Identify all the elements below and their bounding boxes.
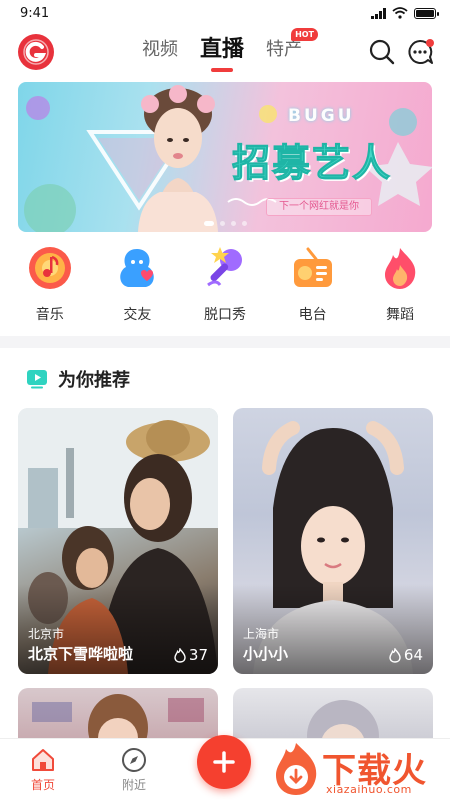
- category-row: 音乐 交友 脱口秀 电台 舞蹈: [0, 244, 450, 334]
- top-tabs: 视频 直播 特产 HOT: [142, 28, 319, 66]
- compass-icon: [122, 748, 146, 772]
- watermark-logo: [276, 743, 317, 795]
- category-label: 舞蹈: [386, 307, 415, 323]
- category-label: 电台: [298, 307, 327, 323]
- tab-live[interactable]: 直播: [200, 34, 244, 66]
- pager-dot: [241, 221, 247, 226]
- battery-icon: [414, 7, 439, 19]
- card-heat: 64: [389, 646, 423, 664]
- app-logo[interactable]: [18, 34, 54, 70]
- live-card[interactable]: 上海市 小小小 64: [233, 408, 433, 674]
- bottom-nav: 首页 附近 下载火 xiazaihuo.com: [0, 735, 450, 800]
- nav-label: 首页: [30, 778, 55, 792]
- search-button[interactable]: [368, 38, 396, 66]
- plus-icon: [213, 751, 235, 773]
- home-icon: [32, 749, 54, 771]
- logo-g-icon: [23, 39, 49, 65]
- nav-label: 附近: [121, 778, 146, 792]
- pager-dot: [219, 221, 225, 226]
- card-city: 上海市: [243, 627, 280, 641]
- banner-model-image: [138, 85, 218, 232]
- nav-home[interactable]: 首页: [13, 747, 73, 793]
- publish-button[interactable]: [197, 735, 251, 789]
- banner-pager: [18, 221, 432, 226]
- category-talkshow[interactable]: 脱口秀: [185, 244, 265, 334]
- category-label: 音乐: [35, 307, 64, 323]
- banner-brand: BUGU: [288, 106, 355, 126]
- category-friends[interactable]: 交友: [97, 244, 177, 334]
- card-title: 小小小: [243, 645, 289, 663]
- live-card[interactable]: 北京市 北京下雪哗啦啦 37: [18, 408, 218, 674]
- heart-person-icon: [120, 249, 155, 287]
- watermark: 下载火 xiazaihuo.com: [270, 741, 446, 799]
- microphone-icon: [207, 247, 242, 287]
- wifi-icon: [392, 7, 408, 19]
- category-music[interactable]: 音乐: [10, 244, 90, 334]
- tab-video[interactable]: 视频: [142, 34, 178, 66]
- fire-icon: [389, 647, 401, 663]
- section-divider: [0, 336, 450, 348]
- flame-icon: [385, 248, 416, 289]
- watermark-domain: xiazaihuo.com: [326, 783, 412, 796]
- card-city: 北京市: [28, 627, 65, 641]
- promo-banner[interactable]: BUGU 招募艺人 下一个网红就是你: [18, 82, 432, 232]
- radio-icon: [293, 247, 332, 287]
- search-icon: [369, 39, 395, 65]
- category-dance[interactable]: 舞蹈: [360, 244, 440, 334]
- status-bar: 9:41: [0, 0, 450, 26]
- top-nav: 视频 直播 特产 HOT: [0, 28, 450, 74]
- unread-dot: [426, 39, 434, 47]
- category-radio[interactable]: 电台: [273, 244, 353, 334]
- fire-icon: [174, 647, 186, 663]
- banner-title: 招募艺人: [231, 140, 393, 186]
- status-icons: [371, 7, 439, 19]
- signal-icon: [371, 7, 386, 19]
- pager-dot: [230, 221, 236, 226]
- tab-specialty[interactable]: 特产 HOT: [266, 28, 319, 66]
- nav-nearby[interactable]: 附近: [104, 747, 164, 793]
- section-title: 为你推荐: [58, 370, 130, 391]
- category-label: 脱口秀: [203, 307, 246, 323]
- heat-count: 64: [403, 646, 423, 664]
- messages-button[interactable]: [406, 38, 434, 66]
- tv-play-icon: [27, 370, 47, 389]
- status-time: 9:41: [20, 5, 50, 21]
- category-label: 交友: [123, 307, 152, 323]
- hot-badge: HOT: [291, 28, 319, 41]
- pager-dot: [203, 221, 214, 226]
- banner-subtitle: 下一个网红就是你: [266, 198, 372, 216]
- heat-count: 37: [188, 646, 208, 664]
- music-note-icon: [28, 247, 71, 289]
- recommend-header: 为你推荐: [26, 364, 130, 394]
- card-title: 北京下雪哗啦啦: [28, 645, 134, 663]
- card-heat: 37: [174, 646, 208, 664]
